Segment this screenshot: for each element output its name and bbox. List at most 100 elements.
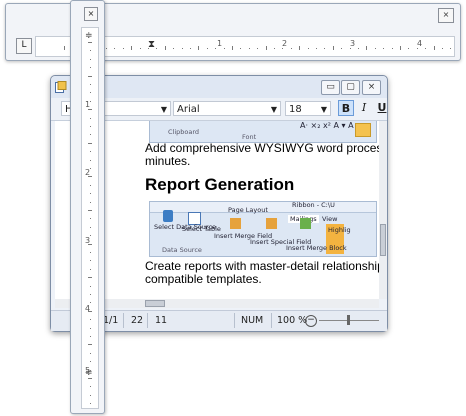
ribbon-tab: Page Layout: [228, 206, 268, 214]
ruler-tick: [148, 48, 149, 49]
line-indicator: 22: [131, 315, 144, 326]
scrollbar-thumb[interactable]: [145, 300, 165, 307]
ruler-tick: [307, 48, 309, 49]
ruler-tick: [164, 46, 166, 50]
ruler-tick: [90, 319, 91, 321]
ruler-tick: [366, 46, 368, 50]
ruler-tick: [450, 48, 452, 49]
divider: [123, 313, 124, 328]
paragraph-text: Add comprehensive WYSIWYG word process: [145, 141, 379, 155]
ruler-tick: [90, 235, 91, 237]
bold-button[interactable]: B: [338, 100, 354, 116]
ruler-tick: [90, 252, 91, 253]
minimize-button[interactable]: ▭: [321, 80, 340, 95]
vertical-ruler-window: × 1 2 3 4 5 ≑ ≑: [70, 0, 105, 414]
ruler-tick: [274, 48, 275, 49]
ruler-tick: [90, 134, 91, 136]
divider: [147, 313, 148, 328]
ruler-tick: [88, 277, 92, 279]
format-icons: A· ×₂ x² A ▾ A ▾: [300, 121, 361, 130]
ruler-tick: [223, 48, 225, 49]
divider: [271, 313, 272, 328]
ruler-tick: [341, 48, 343, 49]
ruler-tick: [156, 48, 158, 49]
top-margin-marker-icon[interactable]: ≑: [85, 31, 93, 41]
scrollbar-thumb[interactable]: [380, 224, 386, 256]
ruler-tick: [374, 48, 376, 49]
ruler-tick: [282, 48, 284, 49]
ruler-tick: [240, 48, 242, 49]
merge-field-icon: [230, 218, 241, 229]
ruler-number: 1: [217, 39, 223, 48]
italic-button[interactable]: I: [356, 100, 372, 116]
ruler-tick: [190, 48, 191, 49]
ruler-tick: [88, 378, 92, 379]
ruler-tick: [383, 48, 385, 49]
tab-stop-selector[interactable]: L: [16, 38, 32, 54]
bottom-margin-marker-icon[interactable]: ≑: [85, 368, 93, 378]
ruler-tick: [332, 46, 334, 50]
zoom-slider-thumb[interactable]: [347, 315, 350, 325]
font-size-select[interactable]: 18 ▼: [285, 101, 331, 116]
close-icon[interactable]: ×: [438, 8, 454, 23]
ribbon-screenshot-image: Clipboard Font A· ×₂ x² A ▾ A ▾: [149, 121, 377, 143]
underline-button[interactable]: U: [374, 100, 390, 116]
ruler-tick: [90, 184, 91, 186]
vertical-ruler[interactable]: 1 2 3 4 5 ≑ ≑: [81, 27, 99, 409]
paragraph-text: Create reports with master-detail relati…: [145, 259, 379, 273]
zoom-out-icon[interactable]: −: [305, 315, 317, 327]
ruler-tick: [90, 117, 91, 119]
ruler-tick: [90, 84, 91, 85]
ruler-tick: [106, 48, 107, 49]
ruler-tick: [206, 48, 208, 49]
ruler-tick: [90, 403, 91, 405]
chevron-down-icon: ▼: [270, 105, 277, 114]
chevron-down-icon: ▼: [320, 105, 327, 114]
close-button[interactable]: ×: [362, 80, 381, 95]
ruler-tick: [90, 67, 91, 69]
ruler-tick: [90, 159, 91, 161]
ruler-tick: [90, 268, 91, 270]
ruler-tick: [408, 48, 410, 49]
ruler-tick: [90, 336, 91, 337]
special-field-icon: [266, 218, 277, 229]
ruler-tick: [324, 48, 326, 49]
ruler-tick: [90, 151, 91, 153]
ruler-tick: [90, 92, 91, 94]
zoom-level: 100 %: [277, 315, 308, 326]
close-icon[interactable]: ×: [84, 7, 98, 21]
paragraph-text: minutes.: [145, 154, 191, 168]
ruler-tick: [90, 126, 91, 127]
app-icon: [55, 81, 67, 93]
ruler-tick: [90, 352, 91, 354]
column-indicator: 11: [155, 315, 168, 326]
ruler-tick: [88, 210, 92, 211]
ruler-tick: [88, 42, 92, 43]
ruler-tick: [88, 142, 92, 144]
ruler-tick: [90, 294, 91, 295]
ruler-tick: [433, 46, 435, 50]
vertical-scrollbar[interactable]: [379, 121, 387, 299]
chevron-down-icon: ▼: [160, 105, 167, 114]
ruler-tick: [131, 46, 133, 50]
font-select[interactable]: Arial ▼: [173, 101, 281, 116]
maximize-button[interactable]: ▢: [341, 80, 360, 95]
ruler-tick: [90, 260, 91, 262]
ruler-tick: [90, 201, 91, 203]
ruler-tick: [139, 48, 141, 49]
ruler-tick: [88, 75, 92, 77]
ruler-tick: [425, 48, 427, 49]
ruler-tick: [400, 46, 401, 50]
ruler-tick: [90, 226, 91, 228]
ruler-tick: [64, 46, 65, 50]
ruler-tick: [90, 50, 91, 52]
ruler-tick: [90, 285, 91, 287]
ribbon-item: Highlig: [328, 226, 351, 234]
database-icon: [163, 210, 173, 222]
ruler-tick: [265, 46, 267, 50]
divider: [234, 313, 235, 328]
ruler-tick: [416, 48, 418, 49]
ribbon-screenshot-image: Ribbon - C:\U Page Layout Mailings View …: [149, 201, 377, 257]
indent-marker-icon[interactable]: ⧗: [148, 40, 155, 52]
ruler-tick: [257, 48, 259, 49]
